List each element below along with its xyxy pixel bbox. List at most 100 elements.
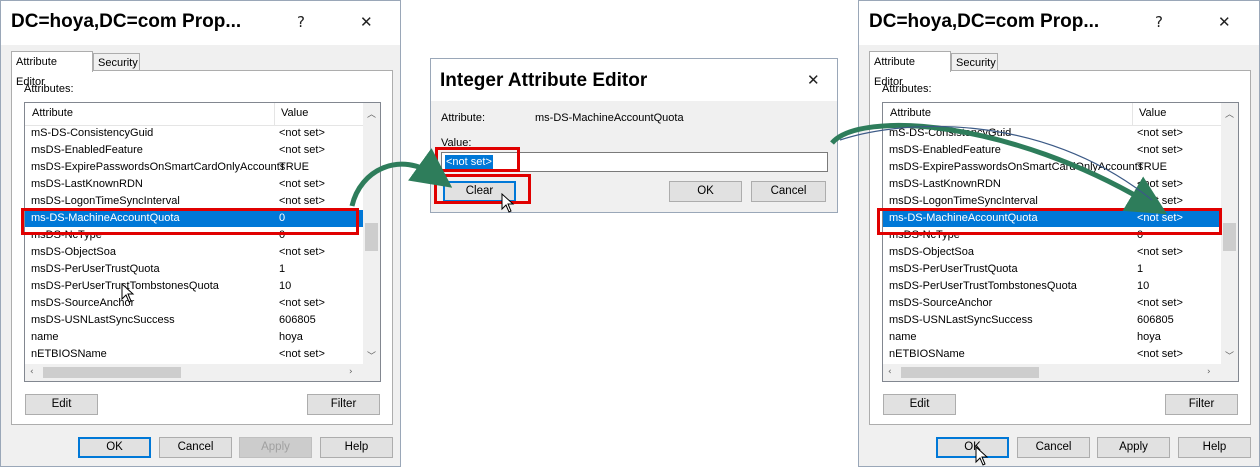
apply-button[interactable]: Apply <box>239 437 312 458</box>
attribute-value: <not set> <box>1137 297 1183 309</box>
attribute-value: <not set> <box>1137 195 1183 207</box>
list-item[interactable]: msDS-PerUserTrustTombstonesQuota 10 <box>25 278 380 295</box>
list-item[interactable]: msDS-NcType 0 <box>25 227 380 244</box>
cancel-button[interactable]: Cancel <box>159 437 232 458</box>
help-icon[interactable]: ? <box>297 13 305 31</box>
column-separator[interactable] <box>274 103 275 125</box>
ok-button[interactable]: OK <box>78 437 151 458</box>
left-properties-dialog: DC=hoya,DC=com Prop... ? ✕ Attribute Edi… <box>0 0 401 467</box>
list-item[interactable]: msDS-USNLastSyncSuccess 606805 <box>25 312 380 329</box>
h-scroll-thumb[interactable] <box>43 367 181 378</box>
close-icon[interactable]: ✕ <box>360 13 373 31</box>
list-item[interactable]: mS-DS-ConsistencyGuid <not set> <box>25 125 380 142</box>
scroll-right-arrow[interactable]: › <box>349 367 353 377</box>
attributes-list[interactable]: Attribute Value mS-DS-ConsistencyGuid <no… <box>24 102 381 382</box>
list-item[interactable]: msDS-PerUserTrustTombstonesQuota 10 <box>883 278 1238 295</box>
list-item[interactable]: msDS-ExpirePasswordsOnSmartCardOnlyAccou… <box>25 159 380 176</box>
attribute-value: <not set> <box>279 195 325 207</box>
right-titlebar: DC=hoya,DC=com Prop... ? ✕ <box>859 1 1259 45</box>
tab-attribute-editor[interactable]: Attribute Editor <box>11 51 93 88</box>
list-item[interactable]: name hoya <box>883 329 1238 346</box>
vertical-scrollbar[interactable]: ︿ ﹀ <box>363 103 380 365</box>
value-input-text: <not set> <box>445 155 493 169</box>
scroll-thumb[interactable] <box>365 223 378 251</box>
apply-button[interactable]: Apply <box>1097 437 1170 458</box>
horizontal-scrollbar[interactable]: ‹ › <box>883 364 1238 381</box>
help-icon[interactable]: ? <box>1155 13 1163 31</box>
list-item[interactable]: nETBIOSName <not set> <box>25 346 380 363</box>
list-item[interactable]: ms-DS-MachineAccountQuota <not set> <box>883 210 1238 227</box>
attribute-value: TRUE <box>279 161 309 173</box>
attribute-value: <not set> <box>1137 246 1183 258</box>
clear-button[interactable]: Clear <box>443 181 516 202</box>
column-header-attribute[interactable]: Attribute <box>32 107 73 119</box>
column-header-attribute[interactable]: Attribute <box>890 107 931 119</box>
cancel-button[interactable]: Cancel <box>1017 437 1090 458</box>
attribute-name: msDS-USNLastSyncSuccess <box>889 314 1033 326</box>
list-item[interactable]: msDS-PerUserTrustQuota 1 <box>25 261 380 278</box>
attribute-name: msDS-ObjectSoa <box>889 246 974 258</box>
attribute-name: ms-DS-MachineAccountQuota <box>889 212 1038 224</box>
attribute-name: msDS-LastKnownRDN <box>31 178 143 190</box>
list-item[interactable]: mS-DS-ConsistencyGuid <not set> <box>883 125 1238 142</box>
edit-button[interactable]: Edit <box>883 394 956 415</box>
scroll-down-arrow[interactable]: ﹀ <box>1225 349 1234 362</box>
list-item[interactable]: msDS-ExpirePasswordsOnSmartCardOnlyAccou… <box>883 159 1238 176</box>
attributes-list[interactable]: Attribute Value mS-DS-ConsistencyGuid <no… <box>882 102 1239 382</box>
editor-titlebar: Integer Attribute Editor ✕ <box>431 59 837 101</box>
scroll-up-arrow[interactable]: ︿ <box>367 107 376 120</box>
scroll-left-arrow[interactable]: ‹ <box>888 367 892 377</box>
ok-button[interactable]: OK <box>936 437 1009 458</box>
list-item[interactable]: msDS-EnabledFeature <not set> <box>25 142 380 159</box>
scroll-left-arrow[interactable]: ‹ <box>30 367 34 377</box>
h-scroll-thumb[interactable] <box>901 367 1039 378</box>
list-item[interactable]: msDS-LastKnownRDN <not set> <box>883 176 1238 193</box>
list-item[interactable]: msDS-LogonTimeSyncInterval <not set> <box>25 193 380 210</box>
list-item[interactable]: msDS-ObjectSoa <not set> <box>883 244 1238 261</box>
tab-security[interactable]: Security <box>93 53 140 71</box>
edit-button[interactable]: Edit <box>25 394 98 415</box>
column-header-value[interactable]: Value <box>281 107 308 119</box>
value-input[interactable]: <not set> <box>441 152 828 172</box>
scroll-right-arrow[interactable]: › <box>1207 367 1211 377</box>
list-item[interactable]: msDS-NcType 0 <box>883 227 1238 244</box>
column-separator[interactable] <box>1132 103 1133 125</box>
attribute-value: <not set> <box>279 144 325 156</box>
list-item[interactable]: msDS-LogonTimeSyncInterval <not set> <box>883 193 1238 210</box>
editor-ok-button[interactable]: OK <box>669 181 742 202</box>
help-button[interactable]: Help <box>320 437 393 458</box>
editor-title: Integer Attribute Editor <box>440 70 648 91</box>
attribute-value: 0 <box>279 229 286 241</box>
right-dialog-title: DC=hoya,DC=com Prop... <box>869 11 1100 32</box>
list-item[interactable]: msDS-ObjectSoa <not set> <box>25 244 380 261</box>
list-item[interactable]: msDS-PerUserTrustQuota 1 <box>883 261 1238 278</box>
close-icon[interactable]: ✕ <box>1218 13 1231 31</box>
tab-attribute-editor[interactable]: Attribute Editor <box>869 51 951 88</box>
scroll-thumb[interactable] <box>1223 223 1236 251</box>
attribute-value: <not set> <box>279 246 325 258</box>
attribute-name: msDS-SourceAnchor <box>31 297 135 309</box>
list-item[interactable]: nETBIOSName <not set> <box>883 346 1238 363</box>
column-header-value[interactable]: Value <box>1139 107 1166 119</box>
filter-button[interactable]: Filter <box>1165 394 1238 415</box>
tab-security[interactable]: Security <box>951 53 998 71</box>
attribute-value: <not set> <box>1137 348 1183 360</box>
attribute-value: <not set> <box>279 348 325 360</box>
scroll-down-arrow[interactable]: ﹀ <box>367 349 376 362</box>
horizontal-scrollbar[interactable]: ‹ › <box>25 364 380 381</box>
list-item[interactable]: msDS-LastKnownRDN <not set> <box>25 176 380 193</box>
list-item[interactable]: msDS-USNLastSyncSuccess 606805 <box>883 312 1238 329</box>
attribute-name: msDS-EnabledFeature <box>889 144 1001 156</box>
scroll-up-arrow[interactable]: ︿ <box>1225 107 1234 120</box>
vertical-scrollbar[interactable]: ︿ ﹀ <box>1221 103 1238 365</box>
help-button[interactable]: Help <box>1178 437 1251 458</box>
editor-cancel-button[interactable]: Cancel <box>751 181 826 202</box>
list-item[interactable]: msDS-EnabledFeature <not set> <box>883 142 1238 159</box>
list-item[interactable]: msDS-SourceAnchor <not set> <box>25 295 380 312</box>
close-icon[interactable]: ✕ <box>807 71 820 89</box>
list-header: Attribute Value <box>25 103 380 126</box>
list-item[interactable]: ms-DS-MachineAccountQuota 0 <box>25 210 380 227</box>
list-item[interactable]: msDS-SourceAnchor <not set> <box>883 295 1238 312</box>
list-item[interactable]: name hoya <box>25 329 380 346</box>
filter-button[interactable]: Filter <box>307 394 380 415</box>
